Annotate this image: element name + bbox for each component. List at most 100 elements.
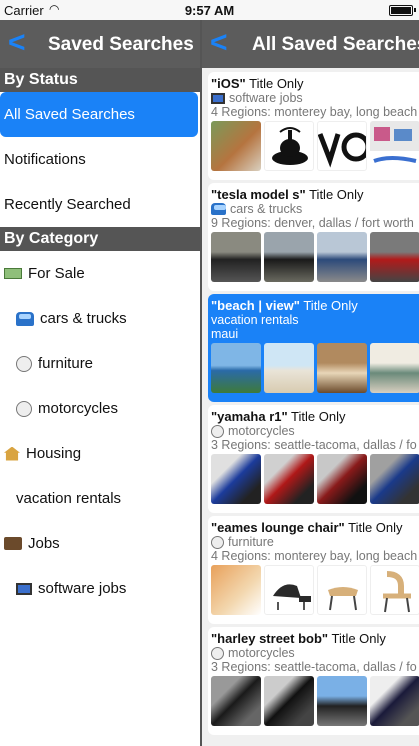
radio-icon (211, 535, 224, 549)
sidebar-item-label: Housing (26, 445, 82, 462)
list-title: All Saved Searches (252, 34, 419, 55)
sidebar-item-notifications[interactable]: Notifications (0, 137, 200, 182)
card-mode: Title Only (348, 520, 403, 535)
saved-search-card[interactable]: "harley street bob" Title Only motorcycl… (208, 627, 419, 735)
thumbnail-image[interactable] (370, 121, 419, 171)
card-query-line: "tesla model s" Title Only (211, 187, 419, 202)
thumbnail-image[interactable] (264, 232, 314, 282)
section-header-status: By Status (0, 68, 200, 92)
saved-search-card[interactable]: "iOS" Title Only software jobs 4 Regions… (208, 72, 419, 180)
thumbnail-image[interactable] (370, 454, 419, 504)
thumbnail-image[interactable] (264, 121, 314, 171)
card-thumbnails (211, 343, 419, 393)
radio-icon (211, 646, 224, 660)
sidebar-item-jobs[interactable]: Jobs (0, 521, 200, 566)
card-query-line: "eames lounge chair" Title Only (211, 520, 419, 535)
house-icon (4, 446, 20, 461)
sidebar-title: Saved Searches (48, 34, 194, 55)
card-query: "beach | view" (211, 298, 300, 313)
thumbnail-image[interactable] (211, 565, 261, 615)
sidebar-item-all-saved-searches[interactable]: All Saved Searches (0, 92, 198, 137)
card-regions: 3 Regions: seattle-tacoma, dallas / fo (211, 660, 417, 674)
thumbnail-image[interactable] (264, 454, 314, 504)
thumbnail-image[interactable] (317, 121, 367, 171)
car-icon (16, 311, 34, 326)
thumbnail-image[interactable] (370, 565, 419, 615)
card-category-line: motorcycles (211, 646, 419, 660)
sidebar-item-cars-trucks[interactable]: cars & trucks (0, 296, 200, 341)
card-mode: Title Only (303, 298, 358, 313)
thumbnail-image[interactable] (264, 343, 314, 393)
thumbnail-image[interactable] (317, 232, 367, 282)
sidebar-item-motorcycles[interactable]: motorcycles (0, 386, 200, 431)
saved-searches-list: < All Saved Searches "iOS" Title Only so… (202, 20, 419, 746)
thumbnail-image[interactable] (317, 565, 367, 615)
card-category-line: motorcycles (211, 424, 419, 438)
thumbnail-image[interactable] (264, 565, 314, 615)
sidebar-item-label: software jobs (38, 580, 127, 597)
card-mode: Title Only (331, 631, 386, 646)
battery-icon (389, 5, 416, 16)
sidebar-item-housing[interactable]: Housing (0, 431, 200, 476)
radio-icon (16, 400, 32, 417)
thumbnail-image[interactable] (317, 343, 367, 393)
card-regions: 4 Regions: monterey bay, long beach (211, 105, 418, 119)
card-category: vacation rentals (211, 313, 299, 327)
card-query: "iOS" (211, 76, 246, 91)
card-query: "harley street bob" (211, 631, 329, 646)
thumbnail-image[interactable] (264, 676, 314, 726)
thumbnail-image[interactable] (370, 232, 419, 282)
thumbnail-image[interactable] (211, 232, 261, 282)
sidebar-item-label: Jobs (28, 535, 60, 552)
card-query: "yamaha r1" (211, 409, 288, 424)
money-icon (4, 268, 22, 279)
list-navbar: < All Saved Searches (202, 20, 419, 68)
card-category: cars & trucks (230, 202, 303, 216)
card-mode: Title Only (291, 409, 346, 424)
sidebar-item-vacation-rentals[interactable]: vacation rentals (0, 476, 200, 521)
radio-icon (16, 355, 32, 372)
saved-search-card-selected[interactable]: "beach | view" Title Only vacation renta… (208, 294, 419, 402)
sidebar-item-recently-searched[interactable]: Recently Searched (0, 182, 200, 227)
sidebar-item-label: For Sale (28, 265, 85, 282)
thumbnail-image[interactable] (211, 121, 261, 171)
card-regions: 9 Regions: denver, dallas / fort worth (211, 216, 414, 230)
sidebar-navbar: < Saved Searches (0, 20, 200, 68)
saved-search-card[interactable]: "tesla model s" Title Only cars & trucks… (208, 183, 419, 291)
saved-search-card[interactable]: "yamaha r1" Title Only motorcycles 3 Reg… (208, 405, 419, 513)
card-category: furniture (228, 535, 274, 549)
sidebar-item-label: motorcycles (38, 400, 119, 417)
card-mode: Title Only (309, 187, 364, 202)
card-query: "eames lounge chair" (211, 520, 345, 535)
card-query-line: "yamaha r1" Title Only (211, 409, 419, 424)
card-query-line: "harley street bob" Title Only (211, 631, 419, 646)
card-category-line: furniture (211, 535, 419, 549)
thumbnail-image[interactable] (211, 343, 261, 393)
sidebar-item-furniture[interactable]: furniture (0, 341, 200, 386)
clock: 9:57 AM (184, 3, 235, 18)
card-category-line: software jobs (211, 91, 419, 105)
sidebar-item-label: Recently Searched (4, 196, 131, 213)
card-query-line: "beach | view" Title Only (211, 298, 419, 313)
thumbnail-image[interactable] (370, 343, 419, 393)
thumbnail-image[interactable] (370, 676, 419, 726)
sidebar-item-label: vacation rentals (16, 490, 122, 507)
back-chevron-icon[interactable]: < (8, 28, 26, 58)
saved-search-card[interactable]: "eames lounge chair" Title Only furnitur… (208, 516, 419, 624)
card-thumbnails (211, 454, 419, 504)
monitor-icon (211, 92, 225, 104)
card-category-line: cars & trucks (211, 202, 419, 216)
thumbnail-image[interactable] (211, 676, 261, 726)
car-icon (211, 203, 226, 215)
sidebar-item-for-sale[interactable]: For Sale (0, 251, 200, 296)
thumbnail-image[interactable] (211, 454, 261, 504)
card-category: motorcycles (228, 424, 295, 438)
back-chevron-icon[interactable]: < (210, 28, 228, 58)
status-bar: Carrier ◠ 9:57 AM (0, 0, 419, 20)
thumbnail-image[interactable] (317, 676, 367, 726)
sidebar-item-software-jobs[interactable]: software jobs (0, 566, 200, 611)
thumbnail-image[interactable] (317, 454, 367, 504)
card-query-line: "iOS" Title Only (211, 76, 419, 91)
card-regions: maui (211, 327, 239, 341)
sidebar-item-label: furniture (38, 355, 94, 372)
